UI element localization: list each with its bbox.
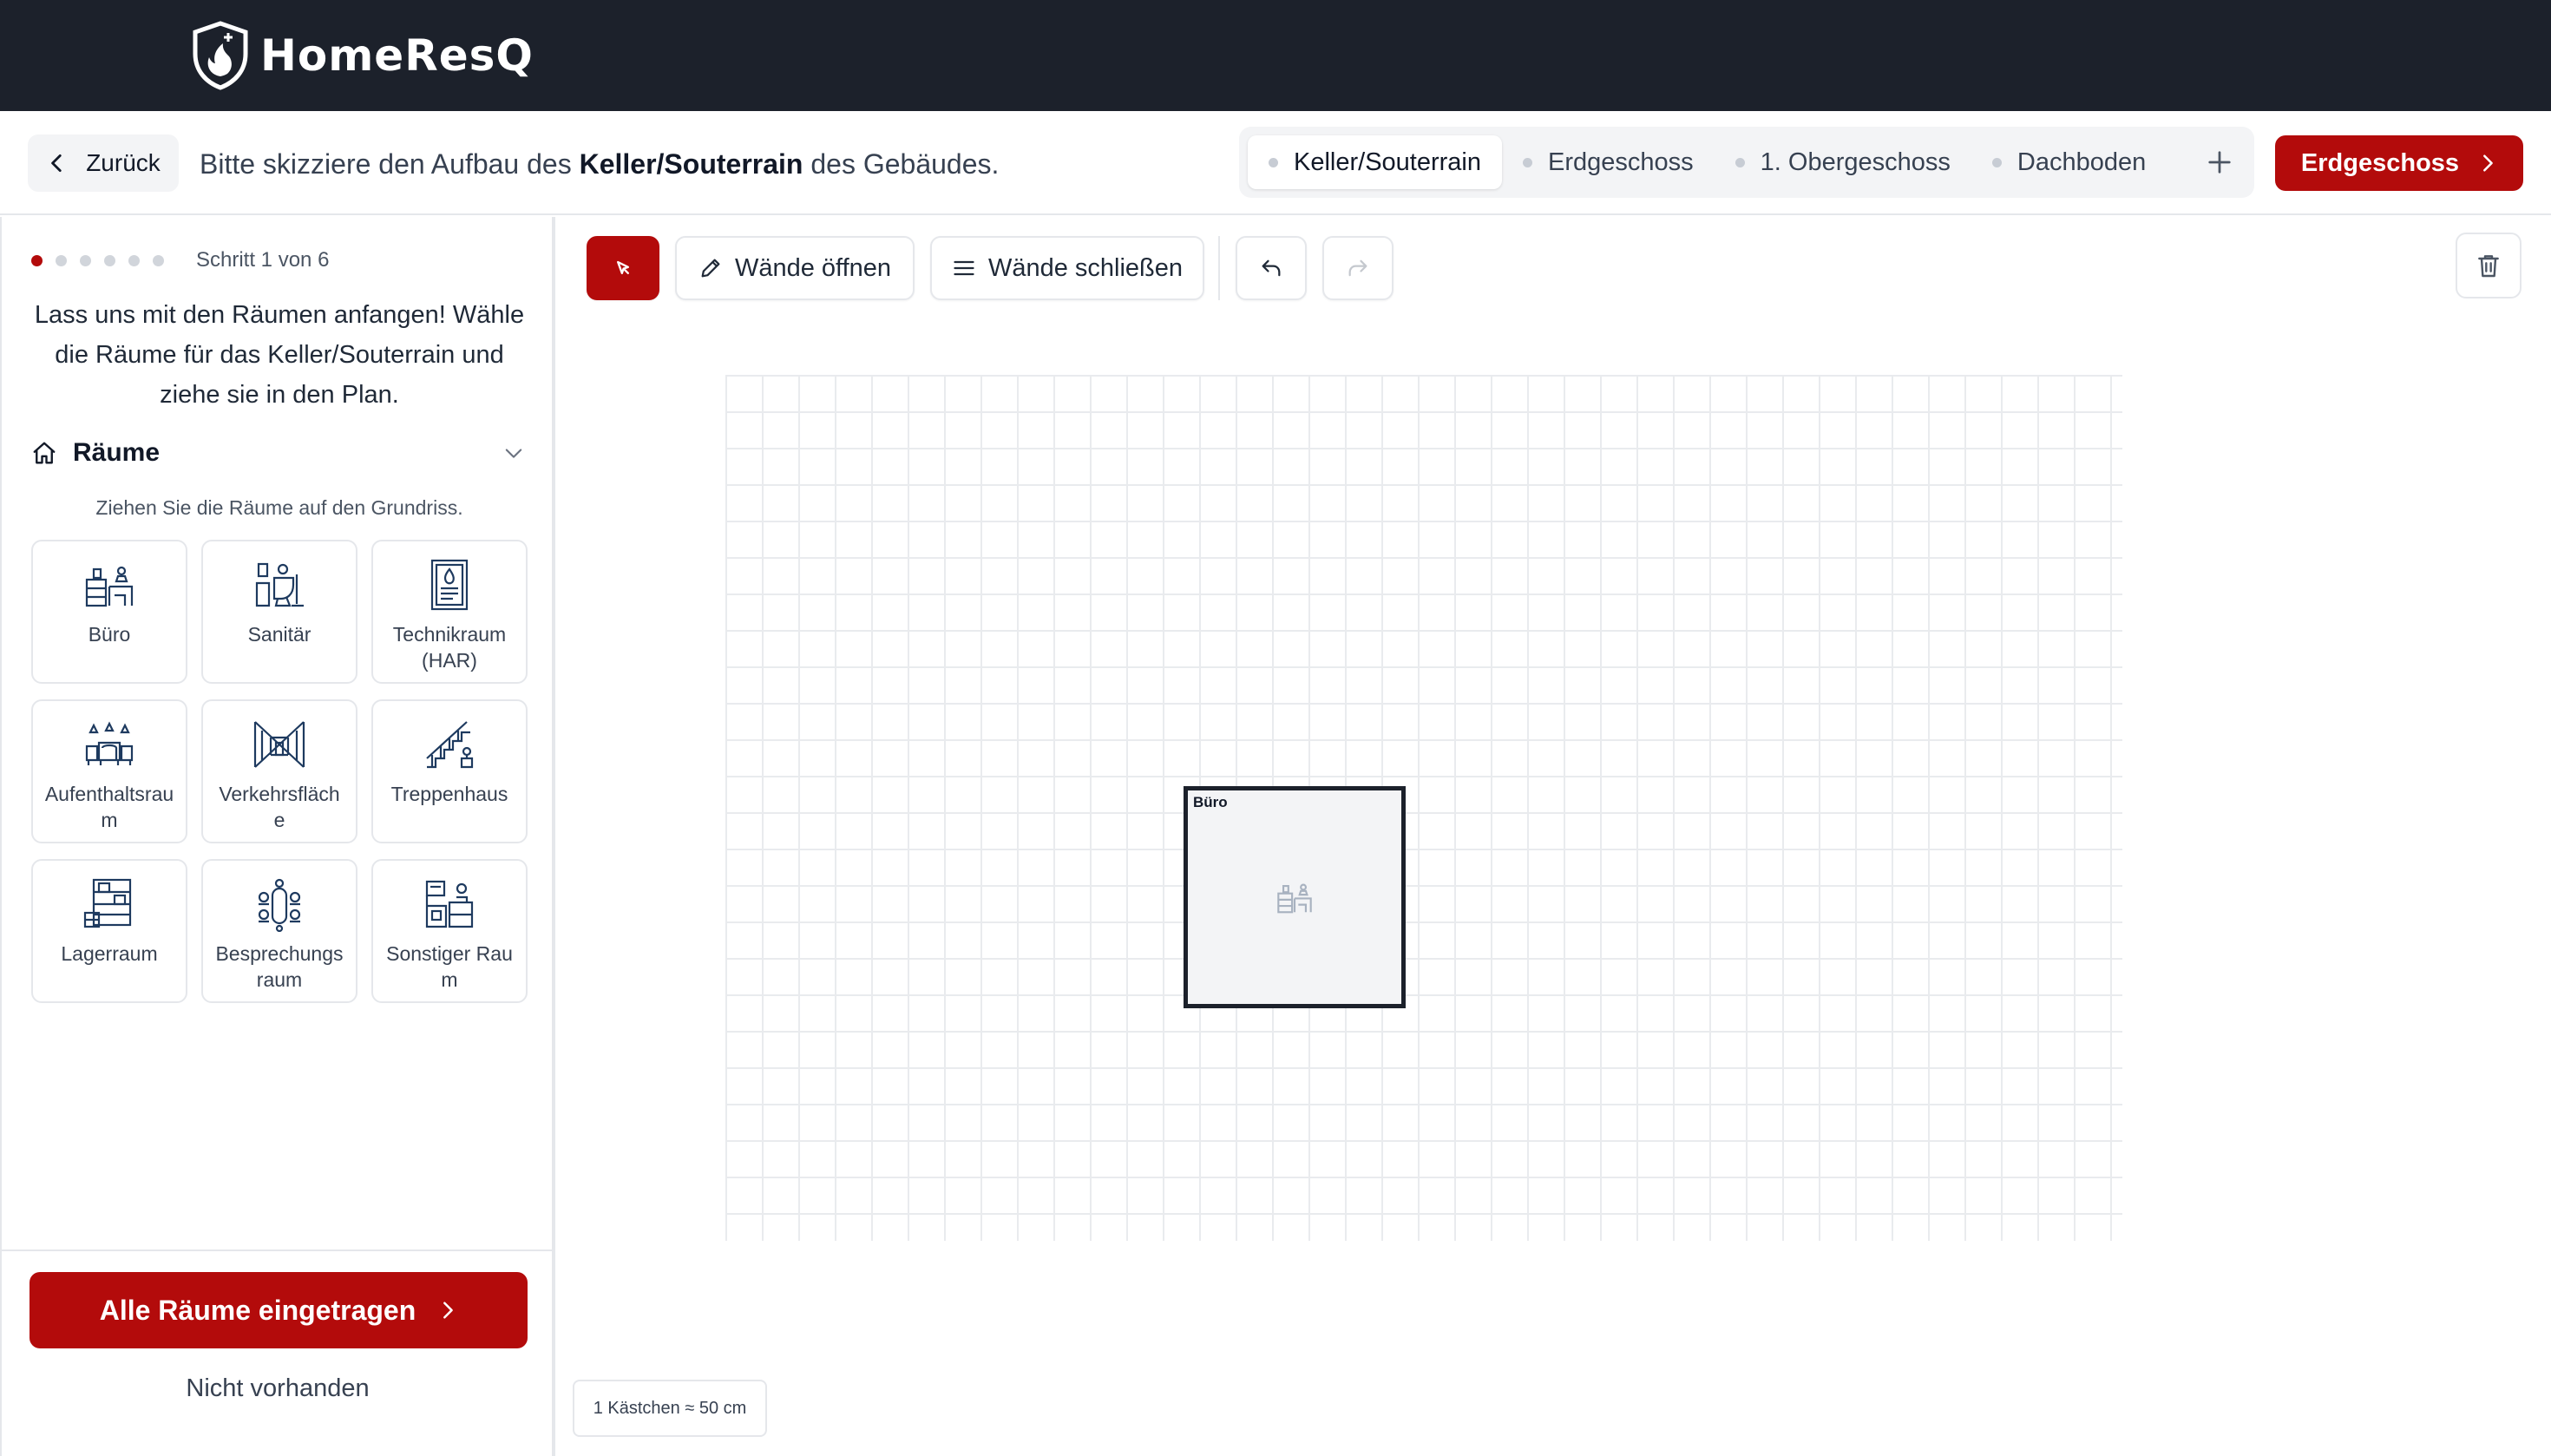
room-card-technikraum[interactable]: Technikraum (HAR) bbox=[371, 540, 528, 684]
tab-dachboden[interactable]: Dachboden bbox=[1971, 135, 2167, 189]
floor-prompt: Bitte skizziere den Aufbau des Keller/So… bbox=[200, 142, 999, 186]
prompt-after: des Gebäudes. bbox=[803, 148, 1000, 180]
all-rooms-label: Alle Räume eingetragen bbox=[99, 1294, 416, 1326]
tab-erdgeschoss[interactable]: Erdgeschoss bbox=[1502, 135, 1715, 189]
cursor-icon bbox=[617, 260, 629, 274]
room-card-sanitaer[interactable]: Sanitär bbox=[201, 540, 357, 684]
step-dot-4 bbox=[104, 254, 115, 266]
room-palette: Büro Sanitär Technikraum (HAR) Aufenthal… bbox=[31, 540, 528, 1003]
staircase-icon bbox=[426, 721, 474, 769]
intro-text: Lass uns mit den Räumen anfangen! Wähle … bbox=[34, 301, 525, 409]
select-tool-button[interactable] bbox=[587, 236, 659, 300]
home-icon bbox=[33, 442, 56, 464]
plus-icon bbox=[2208, 151, 2231, 174]
step-dot-6 bbox=[153, 254, 164, 266]
room-card-besprechungsraum[interactable]: Besprechungsraum bbox=[201, 859, 357, 1003]
room-card-buero[interactable]: Büro bbox=[31, 540, 187, 684]
all-rooms-entered-button[interactable]: Alle Räume eingetragen bbox=[30, 1272, 528, 1348]
chevron-left-icon bbox=[51, 154, 62, 173]
back-button[interactable]: Zurück bbox=[28, 134, 179, 192]
not-present-button[interactable]: Nicht vorhanden bbox=[2, 1374, 554, 1403]
step-dot-3 bbox=[80, 254, 91, 266]
floor-plan-canvas: Wände öffnen Wände schließen Büro 1 Käst… bbox=[559, 217, 2551, 1456]
step-text: Schritt 1 von 6 bbox=[196, 248, 330, 272]
tab-dot bbox=[1523, 157, 1532, 167]
sanitary-icon bbox=[255, 562, 304, 607]
room-label: Sanitär bbox=[247, 623, 311, 646]
step-dot-5 bbox=[128, 254, 140, 266]
pencil-icon bbox=[701, 259, 720, 278]
chevron-right-icon bbox=[2483, 154, 2493, 172]
room-label: Technikraum (HAR) bbox=[392, 623, 507, 672]
tab-dot bbox=[1991, 157, 2002, 167]
toolbar-divider bbox=[1218, 236, 1220, 300]
floor-tabs: Keller/Souterrain Erdgeschoss 1. Oberges… bbox=[1239, 127, 2254, 198]
sidebar: Schritt 1 von 6 Lass uns mit den Räumen … bbox=[0, 217, 555, 1456]
open-walls-label: Wände öffnen bbox=[734, 253, 892, 282]
next-floor-button[interactable]: Erdgeschoss bbox=[2275, 135, 2523, 191]
page-header: Zurück Bitte skizziere den Aufbau des Ke… bbox=[0, 111, 2551, 215]
prompt-before: Bitte skizziere den Aufbau des bbox=[200, 148, 580, 180]
plan-toolbar: Wände öffnen Wände schließen bbox=[587, 234, 1409, 302]
room-card-aufenthaltsraum[interactable]: Aufenthaltsraum bbox=[31, 699, 187, 843]
chevron-down-icon bbox=[505, 449, 522, 458]
room-card-verkehrsflaeche[interactable]: Verkehrsfläche bbox=[201, 699, 357, 843]
room-label: Besprechungsraum bbox=[215, 942, 344, 991]
logo[interactable]: HomeResQ bbox=[191, 19, 534, 92]
office-icon bbox=[85, 566, 134, 607]
lounge-icon bbox=[85, 721, 134, 765]
plan-grid[interactable]: Büro bbox=[725, 375, 2122, 1241]
prompt-floor: Keller/Souterrain bbox=[579, 148, 803, 180]
undo-button[interactable] bbox=[1236, 236, 1307, 300]
meeting-room-icon bbox=[258, 878, 301, 932]
step-dot-1 bbox=[31, 254, 43, 266]
rooms-section-toggle[interactable]: Räume bbox=[31, 429, 526, 477]
tab-dot bbox=[1735, 157, 1745, 167]
storage-icon bbox=[83, 878, 132, 928]
back-label: Zurück bbox=[86, 149, 161, 176]
chevron-right-icon bbox=[443, 1302, 454, 1319]
grid-scale-label: 1 Kästchen ≈ 50 cm bbox=[573, 1380, 767, 1437]
room-label: Treppenhaus bbox=[390, 783, 508, 805]
shield-flame-logo-icon bbox=[193, 21, 248, 90]
undo-icon bbox=[1262, 259, 1281, 277]
room-label: Lagerraum bbox=[61, 942, 158, 965]
open-walls-button[interactable]: Wände öffnen bbox=[675, 236, 915, 300]
tab-1-obergeschoss[interactable]: 1. Obergeschoss bbox=[1715, 135, 1971, 189]
next-floor-label: Erdgeschoss bbox=[2300, 148, 2460, 177]
room-card-treppenhaus[interactable]: Treppenhaus bbox=[371, 699, 528, 843]
drag-hint: Ziehen Sie die Räume auf den Grundriss. bbox=[95, 496, 463, 519]
technical-room-icon bbox=[430, 559, 469, 611]
tab-dot bbox=[1269, 157, 1278, 167]
placed-room-buero[interactable]: Büro bbox=[1184, 786, 1406, 1008]
app-bar: HomeResQ bbox=[0, 0, 2551, 111]
room-label: Sonstiger Raum bbox=[386, 942, 513, 991]
tab-keller-souterrain[interactable]: Keller/Souterrain bbox=[1248, 135, 1502, 189]
close-walls-button[interactable]: Wände schließen bbox=[930, 236, 1204, 300]
tab-label: 1. Obergeschoss bbox=[1760, 148, 1951, 176]
room-card-sonstiger-raum[interactable]: Sonstiger Raum bbox=[371, 859, 528, 1003]
tab-label: Keller/Souterrain bbox=[1294, 148, 1481, 176]
redo-button[interactable] bbox=[1322, 236, 1394, 300]
step-dot-2 bbox=[56, 254, 67, 266]
tab-label: Erdgeschoss bbox=[1548, 148, 1694, 176]
office-icon bbox=[1277, 883, 1312, 914]
room-label: Aufenthaltsraum bbox=[44, 783, 174, 831]
redo-icon bbox=[1348, 259, 1367, 277]
lines-icon bbox=[954, 260, 974, 276]
app-name: HomeResQ bbox=[260, 30, 534, 81]
room-card-lagerraum[interactable]: Lagerraum bbox=[31, 859, 187, 1003]
room-label: Büro bbox=[88, 623, 131, 646]
tab-label: Dachboden bbox=[2017, 148, 2147, 176]
delete-button[interactable] bbox=[2456, 233, 2521, 298]
close-walls-label: Wände schließen bbox=[987, 253, 1184, 282]
other-room-icon bbox=[425, 880, 474, 928]
add-floor-button[interactable] bbox=[2194, 135, 2246, 189]
trash-icon bbox=[2478, 255, 2499, 278]
corridor-icon bbox=[253, 721, 305, 768]
room-label: Verkehrsfläche bbox=[219, 783, 340, 831]
step-progress: Schritt 1 von 6 bbox=[31, 243, 329, 278]
placed-room-label: Büro bbox=[1193, 794, 1228, 810]
rooms-section-title: Räume bbox=[73, 438, 161, 467]
